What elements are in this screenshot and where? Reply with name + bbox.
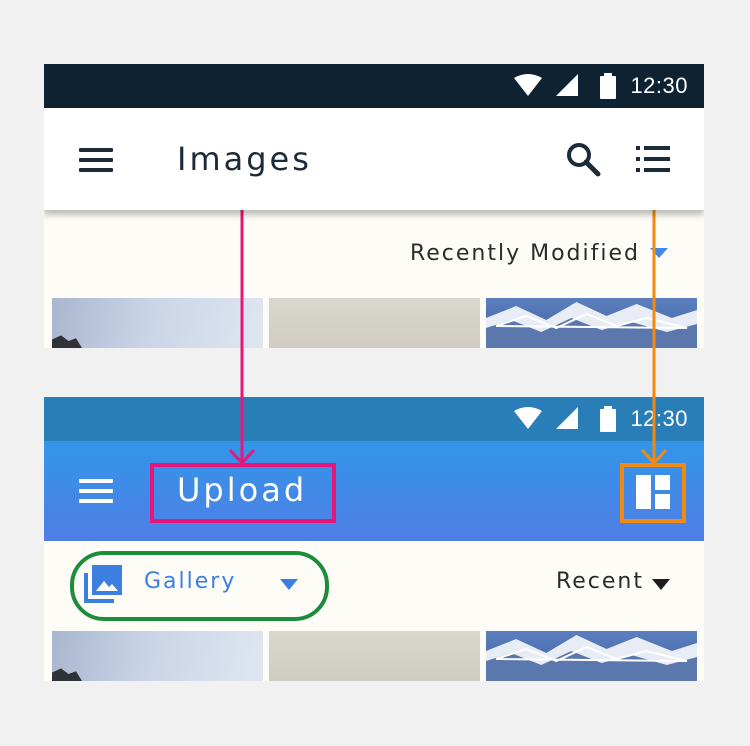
menu-icon[interactable]	[79, 148, 115, 174]
page-title: Images	[177, 140, 312, 178]
title-mapping-arrow	[228, 190, 256, 466]
app-bar: Images	[44, 108, 704, 210]
search-icon[interactable]	[564, 140, 604, 180]
actions-mapping-arrow	[640, 189, 668, 466]
list-view-icon[interactable]	[634, 144, 674, 176]
